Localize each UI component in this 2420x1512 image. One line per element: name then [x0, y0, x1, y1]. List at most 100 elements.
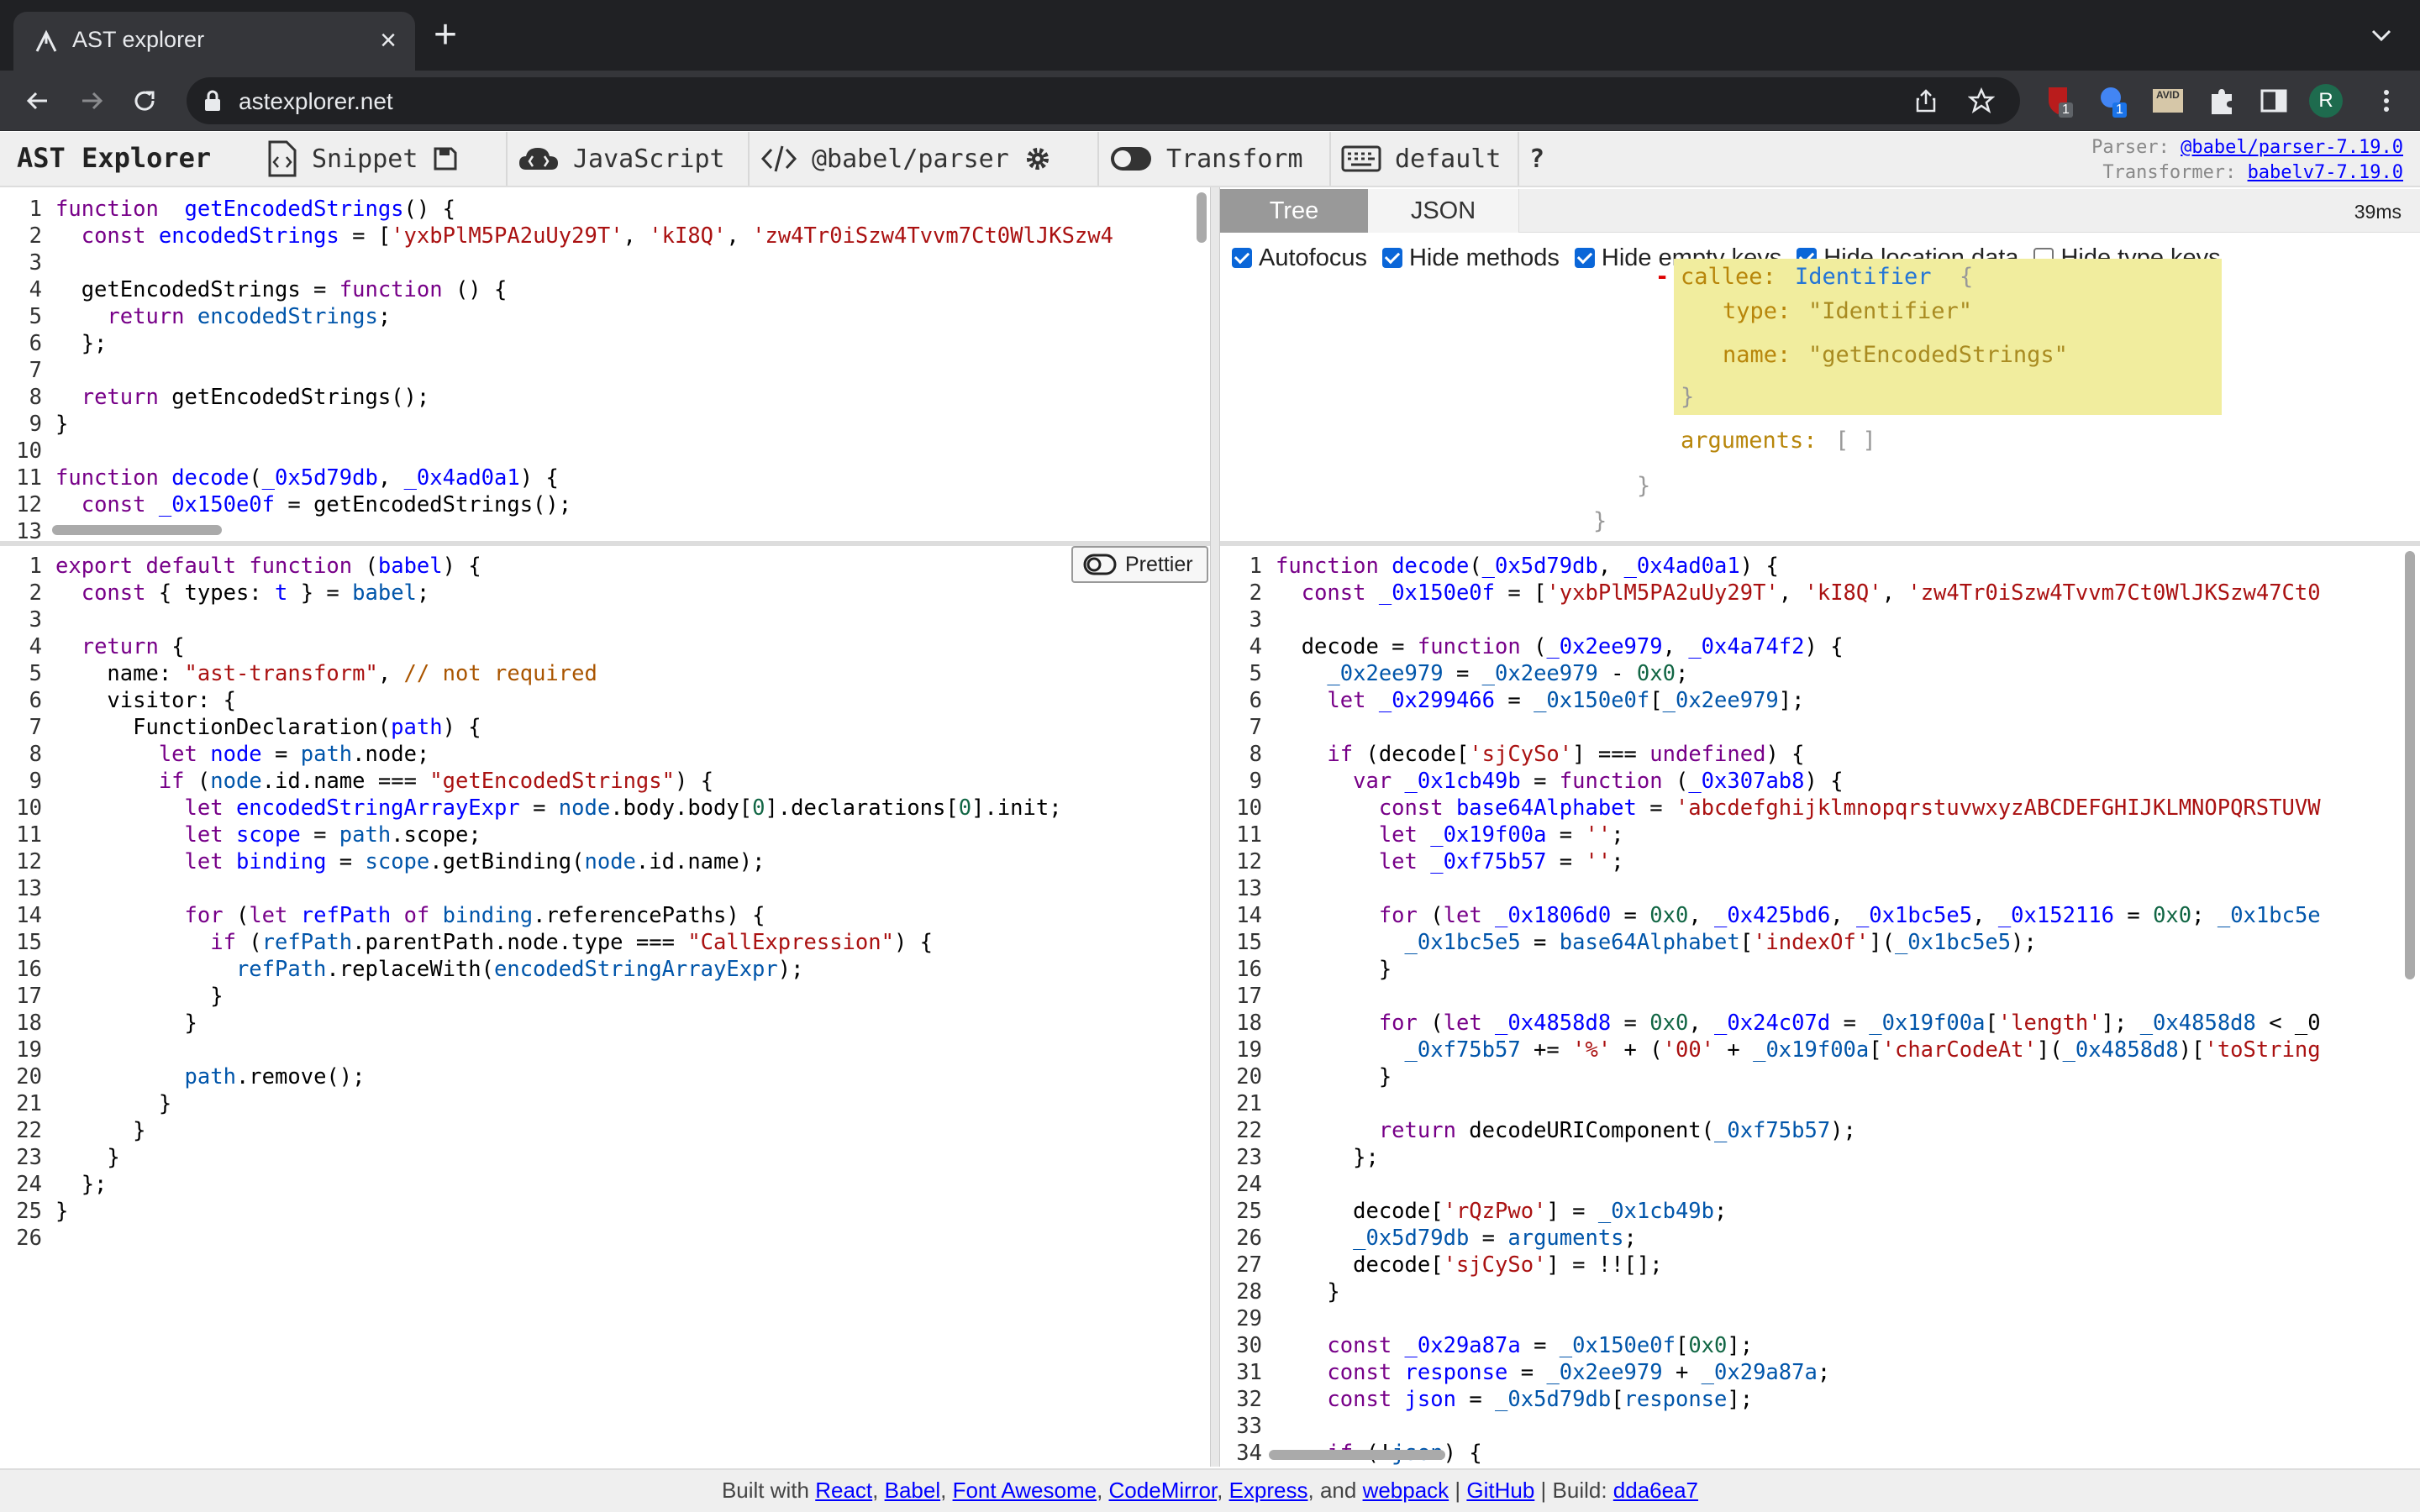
- code-line[interactable]: };: [1276, 1144, 2321, 1171]
- code-line[interactable]: for (let _0x4858d8 = 0x0, _0x24c07d = _0…: [1276, 1010, 2321, 1037]
- output-code-editor[interactable]: 1 2 3 4 5 6 7 8 9 10 11 12 13 14 15 16 17 18 19 20 21 22 23 24 2…: [1220, 546, 2420, 1467]
- ublock-extension-icon[interactable]: 1: [2042, 82, 2079, 119]
- lock-icon[interactable]: [202, 89, 224, 113]
- code-line[interactable]: [1276, 714, 2321, 741]
- code-line[interactable]: [55, 1037, 1062, 1063]
- code-line[interactable]: var _0x1cb49b = function (_0x307ab8) {: [1276, 768, 2321, 795]
- reload-icon[interactable]: [128, 84, 161, 118]
- source-horizontal-scrollbar[interactable]: [52, 525, 222, 535]
- code-line[interactable]: [55, 1225, 1062, 1252]
- parser-settings-gear-icon[interactable]: [1024, 145, 1051, 172]
- footer-link-codemirror[interactable]: CodeMirror: [1109, 1478, 1218, 1503]
- browser-tab[interactable]: AST explorer ×: [13, 12, 415, 71]
- code-line[interactable]: [55, 606, 1062, 633]
- code-line[interactable]: [1276, 1413, 2321, 1440]
- code-line[interactable]: return decodeURIComponent(_0xf75b57);: [1276, 1117, 2321, 1144]
- code-line[interactable]: export default function (babel) {: [55, 553, 1062, 580]
- code-line[interactable]: [1276, 1305, 2321, 1332]
- code-line[interactable]: }: [55, 1010, 1062, 1037]
- code-line[interactable]: };: [55, 1171, 1062, 1198]
- code-line[interactable]: return encodedStrings;: [55, 303, 1113, 330]
- back-arrow-icon[interactable]: [20, 84, 54, 118]
- footer-link-fontawesome[interactable]: Font Awesome: [953, 1478, 1097, 1503]
- collapse-toggle[interactable]: -: [1655, 264, 1669, 290]
- transform-toggle-icon[interactable]: [1109, 145, 1153, 172]
- code-line[interactable]: for (let refPath of binding.referencePat…: [55, 902, 1062, 929]
- save-floppy-icon[interactable]: [433, 146, 458, 171]
- code-line[interactable]: [1276, 875, 2321, 902]
- code-line[interactable]: let _0x19f00a = '';: [1276, 822, 2321, 848]
- code-line[interactable]: _0x2ee979 = _0x2ee979 - 0x0;: [1276, 660, 2321, 687]
- ast-option-autofocus[interactable]: Autofocus: [1232, 244, 1367, 272]
- ast-tree-view[interactable]: - callee: Identifier { type: "Identifier…: [1220, 259, 2420, 541]
- extensions-puzzle-icon[interactable]: [2203, 82, 2240, 119]
- checkbox[interactable]: [1232, 248, 1252, 268]
- code-line[interactable]: [1276, 983, 2321, 1010]
- code-line[interactable]: path.remove();: [55, 1063, 1062, 1090]
- code-line[interactable]: decode['sjCySo'] = !![];: [1276, 1252, 2321, 1278]
- parser-menu[interactable]: @babel/parser: [748, 132, 1075, 186]
- code-line[interactable]: if (node.id.name === "getEncodedStrings"…: [55, 768, 1062, 795]
- code-line[interactable]: }: [55, 411, 1113, 438]
- code-line[interactable]: [1276, 1171, 2321, 1198]
- transformer-version-link[interactable]: babelv7-7.19.0: [2248, 162, 2403, 183]
- code-line[interactable]: }: [55, 1144, 1062, 1171]
- code-line[interactable]: FunctionDeclaration(path) {: [55, 714, 1062, 741]
- code-line[interactable]: let _0xf75b57 = '';: [1276, 848, 2321, 875]
- code-line[interactable]: _0x1bc5e5 = base64Alphabet['indexOf'](_0…: [1276, 929, 2321, 956]
- footer-link-react[interactable]: React: [815, 1478, 872, 1503]
- code-line[interactable]: }: [55, 1090, 1062, 1117]
- checkbox[interactable]: [1381, 248, 1402, 268]
- code-line[interactable]: return {: [55, 633, 1062, 660]
- ast-option-hide-methods[interactable]: Hide methods: [1381, 244, 1560, 272]
- transform-code-editor[interactable]: 1 2 3 4 5 6 7 8 9 10 11 12 13 14 15 16 17 18 19 20 21 22 23 24 2…: [0, 546, 1210, 1467]
- side-panel-icon[interactable]: [2255, 82, 2292, 119]
- profile-avatar[interactable]: R: [2309, 84, 2343, 118]
- code-line[interactable]: };: [55, 330, 1113, 357]
- source-vertical-scrollbar[interactable]: [1197, 192, 1207, 243]
- tab-close-icon[interactable]: ×: [380, 24, 397, 57]
- output-vertical-scrollbar[interactable]: [2405, 551, 2415, 979]
- code-line[interactable]: let encodedStringArrayExpr = node.body.b…: [55, 795, 1062, 822]
- code-line[interactable]: }: [55, 1117, 1062, 1144]
- code-line[interactable]: refPath.replaceWith(encodedStringArrayEx…: [55, 956, 1062, 983]
- code-line[interactable]: }: [1276, 1278, 2321, 1305]
- code-line[interactable]: function getEncodedStrings() {: [55, 196, 1113, 223]
- new-tab-icon[interactable]: +: [434, 15, 457, 55]
- code-line[interactable]: [1276, 1090, 2321, 1117]
- code-line[interactable]: let scope = path.scope;: [55, 822, 1062, 848]
- vertical-splitter[interactable]: [1210, 187, 1220, 1467]
- output-code[interactable]: function decode(_0x5d79db, _0x4ad0a1) { …: [1276, 553, 2321, 1467]
- code-line[interactable]: for (let _0x1806d0 = 0x0, _0x425bd6, _0x…: [1276, 902, 2321, 929]
- language-menu[interactable]: JavaScript: [506, 132, 735, 186]
- kebab-menu-icon[interactable]: [2370, 84, 2403, 118]
- code-line[interactable]: name: "ast-transform", // not required: [55, 660, 1062, 687]
- code-line[interactable]: [1276, 606, 2321, 633]
- transform-menu[interactable]: Transform: [1097, 132, 1313, 186]
- checkbox[interactable]: [1574, 248, 1595, 268]
- code-line[interactable]: _0xf75b57 += '%' + ('00' + _0x19f00a['ch…: [1276, 1037, 2321, 1063]
- footer-link-github[interactable]: GitHub: [1466, 1478, 1534, 1503]
- code-line[interactable]: }: [1276, 1063, 2321, 1090]
- tab-json[interactable]: JSON: [1368, 189, 1519, 233]
- tab-search-chevron-icon[interactable]: [2365, 18, 2398, 52]
- forward-arrow-icon[interactable]: [76, 84, 109, 118]
- footer-link-express[interactable]: Express: [1229, 1478, 1308, 1503]
- code-line[interactable]: [55, 357, 1113, 384]
- code-line[interactable]: }: [55, 983, 1062, 1010]
- code-line[interactable]: }: [55, 1198, 1062, 1225]
- footer-link-babel[interactable]: Babel: [885, 1478, 941, 1503]
- code-line[interactable]: [55, 249, 1113, 276]
- extension-blue-icon[interactable]: 1: [2096, 82, 2133, 119]
- code-line[interactable]: [55, 875, 1062, 902]
- code-line[interactable]: decode = function (_0x2ee979, _0x4a74f2)…: [1276, 633, 2321, 660]
- source-code-editor[interactable]: 1 2 3 4 5 6 7 8 9 10 11 12 13 function getEncodedStr…: [0, 189, 1210, 541]
- prettier-toggle-button[interactable]: Prettier: [1071, 546, 1208, 583]
- output-horizontal-scrollbar[interactable]: [1269, 1450, 1445, 1460]
- bookmark-star-icon[interactable]: [1968, 87, 1995, 114]
- transform-code[interactable]: export default function (babel) { const …: [55, 553, 1062, 1252]
- code-line[interactable]: const _0x150e0f = getEncodedStrings();: [55, 491, 1113, 518]
- code-line[interactable]: let _0x299466 = _0x150e0f[_0x2ee979];: [1276, 687, 2321, 714]
- code-line[interactable]: const { types: t } = babel;: [55, 580, 1062, 606]
- code-line[interactable]: const base64Alphabet = 'abcdefghijklmnop…: [1276, 795, 2321, 822]
